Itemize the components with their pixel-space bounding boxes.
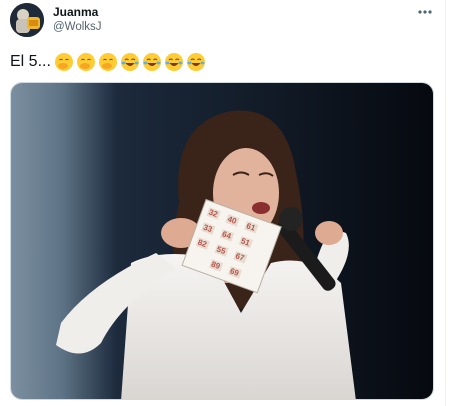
face-with-hand-over-mouth-icon — [54, 53, 73, 71]
face-with-hand-over-mouth-icon — [76, 53, 95, 71]
handle[interactable]: @WolksJ — [53, 20, 102, 35]
face-with-tears-of-joy-icon — [186, 53, 205, 71]
emoji-row — [54, 52, 206, 72]
face-with-hand-over-mouth-icon — [98, 53, 117, 71]
face-with-tears-of-joy-icon — [120, 53, 139, 71]
tweet-photo[interactable]: 32 40 61 33 64 51 82 55 67 89 69 — [10, 82, 434, 400]
tweet-text: El 5... — [10, 50, 206, 74]
timeline-divider — [445, 0, 446, 406]
tweet[interactable]: Juanma @WolksJ El 5... 32 40 61 33 64 51… — [0, 0, 453, 406]
avatar[interactable] — [10, 3, 44, 37]
display-name[interactable]: Juanma — [53, 5, 102, 20]
face-with-tears-of-joy-icon — [164, 53, 183, 71]
author-block[interactable]: Juanma @WolksJ — [53, 5, 102, 35]
face-with-tears-of-joy-icon — [142, 53, 161, 71]
more-horizontal-icon[interactable] — [414, 4, 436, 20]
tweet-text-content: El 5... — [10, 53, 51, 70]
